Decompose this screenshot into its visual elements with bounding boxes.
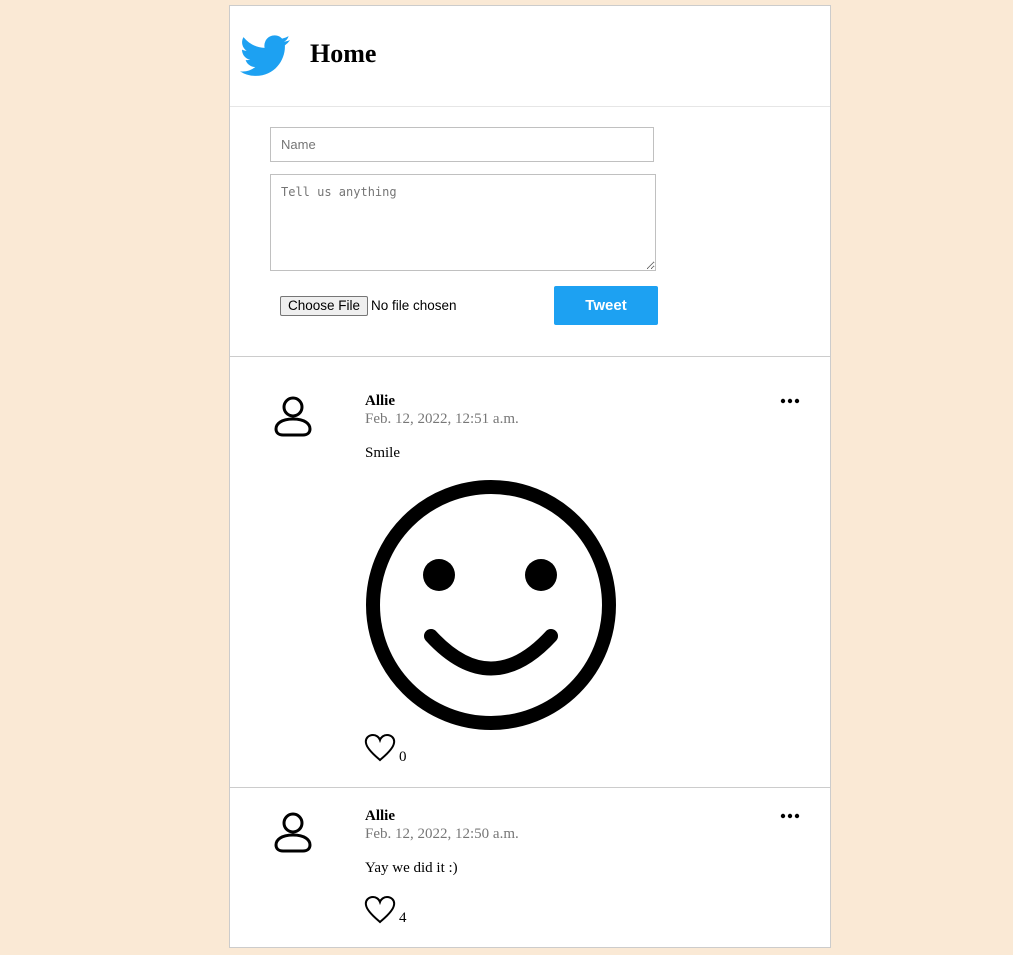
tweet-button[interactable]: Tweet bbox=[554, 286, 658, 325]
compose-form: Choose File No file chosen Tweet bbox=[230, 107, 830, 357]
like-count: 0 bbox=[399, 749, 407, 765]
app-container: Home Choose File No file chosen Tweet Al… bbox=[229, 5, 831, 948]
user-avatar-icon bbox=[274, 812, 312, 853]
tweet-author: Allie bbox=[365, 808, 395, 824]
file-status: No file chosen bbox=[371, 298, 457, 313]
choose-file-button[interactable]: Choose File bbox=[280, 296, 369, 316]
tweet-timestamp: Feb. 12, 2022, 12:51 a.m. bbox=[365, 411, 519, 427]
heart-icon[interactable] bbox=[364, 895, 396, 924]
tweet-author: Allie bbox=[365, 393, 395, 409]
smiley-face-image bbox=[366, 480, 616, 730]
user-avatar-icon bbox=[274, 396, 312, 437]
more-options-icon[interactable] bbox=[780, 398, 800, 404]
header: Home bbox=[230, 6, 830, 107]
more-options-icon[interactable] bbox=[780, 813, 800, 819]
tweet-item: Allie Feb. 12, 2022, 12:50 a.m. Yay we d… bbox=[230, 788, 830, 947]
name-input[interactable] bbox=[270, 127, 654, 162]
tweet-item: Allie Feb. 12, 2022, 12:51 a.m. Smile 0 bbox=[230, 357, 830, 788]
page-title: Home bbox=[310, 39, 377, 68]
tweet-timestamp: Feb. 12, 2022, 12:50 a.m. bbox=[365, 826, 519, 842]
tweet-textarea[interactable] bbox=[270, 174, 656, 271]
tweet-text: Yay we did it :) bbox=[365, 860, 458, 876]
tweet-text: Smile bbox=[365, 445, 401, 461]
like-count: 4 bbox=[399, 910, 407, 926]
twitter-bird-icon[interactable] bbox=[240, 35, 290, 77]
heart-icon[interactable] bbox=[364, 733, 396, 762]
